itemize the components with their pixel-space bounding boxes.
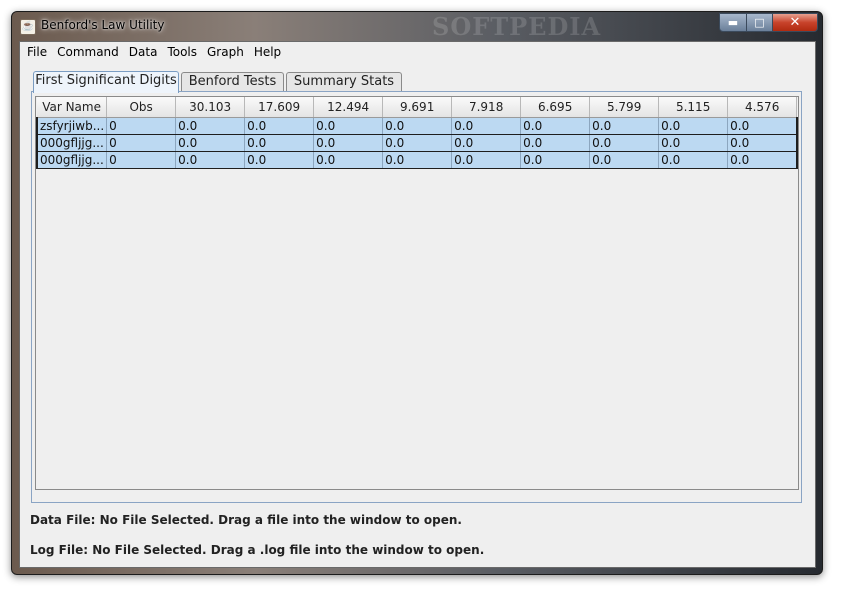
tab-panel: Var Name Obs 30.103 17.609 12.494 9.691 … [31, 91, 802, 503]
minimize-button[interactable]: ▬ [719, 13, 747, 32]
tab-benford-tests[interactable]: Benford Tests [181, 72, 284, 91]
table-cell[interactable]: 0.0 [727, 150, 798, 169]
table-row[interactable]: 000gfljjg... 0 0.0 0.0 0.0 0.0 0.0 0.0 0… [36, 133, 798, 152]
table-cell[interactable]: 0 [106, 133, 177, 152]
java-app-icon: ☕ [20, 19, 36, 35]
column-header-digit-9[interactable]: 4.576 [727, 97, 798, 118]
table-cell[interactable]: 0.0 [244, 116, 315, 135]
table-cell[interactable]: 0.0 [589, 133, 660, 152]
table-cell[interactable]: 0.0 [382, 116, 453, 135]
table-cell[interactable]: 0.0 [175, 133, 246, 152]
table-cell[interactable]: 0.0 [175, 150, 246, 169]
table-cell[interactable]: 0.0 [520, 150, 591, 169]
column-header-digit-3[interactable]: 12.494 [313, 97, 384, 118]
app-window: ☕ Benford's Law Utility SOFTPEDIA ▬ □ ✕ … [11, 11, 823, 575]
column-header-digit-1[interactable]: 30.103 [175, 97, 246, 118]
table-cell[interactable]: 0 [106, 116, 177, 135]
table-cell[interactable]: 0.0 [313, 133, 384, 152]
table-cell[interactable]: 0.0 [451, 150, 522, 169]
table-row[interactable]: zsfyrjiwb... 0 0.0 0.0 0.0 0.0 0.0 0.0 0… [36, 116, 798, 135]
client-area: File Command Data Tools Graph Help First… [19, 41, 816, 568]
table-cell[interactable]: 0.0 [244, 150, 315, 169]
table-cell[interactable]: 0.0 [658, 150, 729, 169]
table-cell[interactable]: 000gfljjg... [36, 133, 108, 152]
column-header-digit-8[interactable]: 5.115 [658, 97, 729, 118]
data-file-status: Data File: No File Selected. Drag a file… [30, 513, 462, 527]
table-cell[interactable]: 0.0 [175, 116, 246, 135]
table-row[interactable]: 000gfljjg... 0 0.0 0.0 0.0 0.0 0.0 0.0 0… [36, 150, 798, 169]
table-cell[interactable]: 0.0 [382, 133, 453, 152]
menu-file[interactable]: File [22, 42, 52, 63]
close-icon: ✕ [789, 15, 801, 30]
column-header-digit-2[interactable]: 17.609 [244, 97, 315, 118]
table-cell[interactable]: 0.0 [520, 133, 591, 152]
table-cell[interactable]: 0.0 [727, 133, 798, 152]
softpedia-watermark: SOFTPEDIA [432, 12, 602, 41]
table-cell[interactable]: 0.0 [727, 116, 798, 135]
column-header-digit-4[interactable]: 9.691 [382, 97, 453, 118]
menu-graph[interactable]: Graph [202, 42, 249, 63]
menu-command[interactable]: Command [52, 42, 124, 63]
table-cell[interactable]: 0.0 [658, 116, 729, 135]
log-file-status: Log File: No File Selected. Drag a .log … [30, 543, 485, 557]
close-button[interactable]: ✕ [773, 13, 818, 32]
digits-table-scroll[interactable]: Var Name Obs 30.103 17.609 12.494 9.691 … [35, 96, 799, 490]
title-bar[interactable]: ☕ Benford's Law Utility SOFTPEDIA ▬ □ ✕ [12, 12, 822, 41]
window-title: Benford's Law Utility [41, 18, 165, 32]
tab-first-significant-digits[interactable]: First Significant Digits [33, 71, 179, 93]
table-header-row: Var Name Obs 30.103 17.609 12.494 9.691 … [37, 97, 798, 118]
menu-help[interactable]: Help [249, 42, 286, 63]
table-cell[interactable]: 0.0 [658, 133, 729, 152]
table-cell[interactable]: 0 [106, 150, 177, 169]
minimize-icon: ▬ [727, 16, 739, 29]
table-cell[interactable]: 0.0 [451, 133, 522, 152]
column-header-digit-5[interactable]: 7.918 [451, 97, 522, 118]
maximize-icon: □ [754, 16, 765, 29]
table-cell[interactable]: 0.0 [382, 150, 453, 169]
table-cell[interactable]: 0.0 [520, 116, 591, 135]
table-cell[interactable]: 0.0 [451, 116, 522, 135]
menu-data[interactable]: Data [124, 42, 163, 63]
table-cell[interactable]: 0.0 [589, 116, 660, 135]
table-cell[interactable]: 000gfljjg... [36, 150, 108, 169]
menu-bar: File Command Data Tools Graph Help [20, 42, 817, 63]
table-cell[interactable]: 0.0 [244, 133, 315, 152]
table-cell[interactable]: zsfyrjiwb... [36, 116, 108, 135]
menu-tools[interactable]: Tools [162, 42, 202, 63]
column-header-digit-6[interactable]: 6.695 [520, 97, 591, 118]
column-header-var-name[interactable]: Var Name [37, 97, 108, 118]
column-header-digit-7[interactable]: 5.799 [589, 97, 660, 118]
digits-table: Var Name Obs 30.103 17.609 12.494 9.691 … [36, 97, 798, 169]
column-header-obs[interactable]: Obs [106, 97, 177, 118]
table-cell[interactable]: 0.0 [313, 116, 384, 135]
table-cell[interactable]: 0.0 [313, 150, 384, 169]
caption-buttons: ▬ □ ✕ [719, 13, 818, 32]
table-cell[interactable]: 0.0 [589, 150, 660, 169]
tab-summary-stats[interactable]: Summary Stats [286, 72, 402, 91]
maximize-button[interactable]: □ [747, 13, 773, 32]
